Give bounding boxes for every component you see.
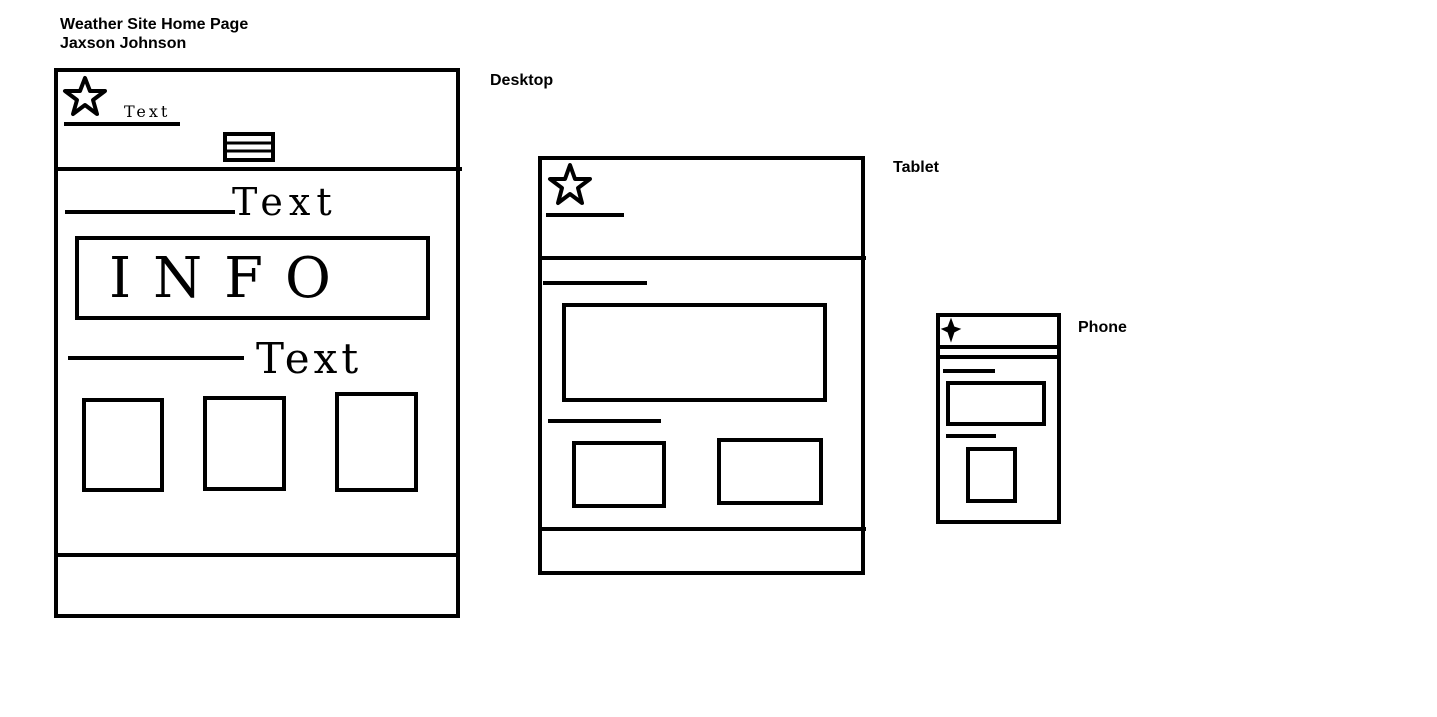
hamburger-menu-icon[interactable]	[223, 132, 275, 162]
tablet-logo-underline	[546, 213, 624, 217]
tablet-header-divider	[538, 256, 866, 260]
desktop-card-2	[203, 396, 286, 491]
tablet-section2-heading-line	[548, 419, 661, 423]
phone-info-box	[946, 381, 1046, 426]
desktop-header-text: Text	[124, 102, 171, 121]
desktop-label: Desktop	[490, 72, 554, 89]
desktop-section1-heading-line	[65, 210, 235, 214]
phone-header-divider-2	[936, 355, 1061, 359]
phone-section1-heading-line	[943, 369, 995, 373]
tablet-section1-heading-line	[543, 281, 647, 285]
phone-label: Phone	[1078, 319, 1127, 336]
tablet-card-1	[572, 441, 666, 508]
star-icon	[63, 76, 107, 116]
phone-header-divider-1	[936, 345, 1061, 349]
phone-section2-heading-line	[946, 434, 996, 438]
desktop-card-1	[82, 398, 164, 492]
phone-card-1	[966, 447, 1017, 503]
desktop-section2-heading-line	[68, 356, 244, 360]
desktop-info-box: INFO	[75, 236, 430, 320]
tablet-footer-divider	[538, 527, 866, 531]
desktop-header-divider	[54, 167, 462, 171]
author-name: Jaxson Johnson	[60, 35, 187, 52]
desktop-section2-text: Text	[256, 334, 363, 383]
tablet-label: Tablet	[893, 159, 939, 176]
desktop-footer-divider	[54, 553, 460, 557]
tablet-info-box	[562, 303, 827, 402]
page-title: Weather Site Home Page	[60, 16, 249, 33]
desktop-logo-underline	[64, 122, 180, 126]
tablet-card-2	[717, 438, 823, 505]
desktop-section1-text: Text	[232, 180, 338, 224]
star-icon	[548, 163, 592, 205]
desktop-info-text: INFO	[109, 246, 353, 311]
desktop-card-3	[335, 392, 418, 492]
star-icon	[940, 317, 962, 343]
